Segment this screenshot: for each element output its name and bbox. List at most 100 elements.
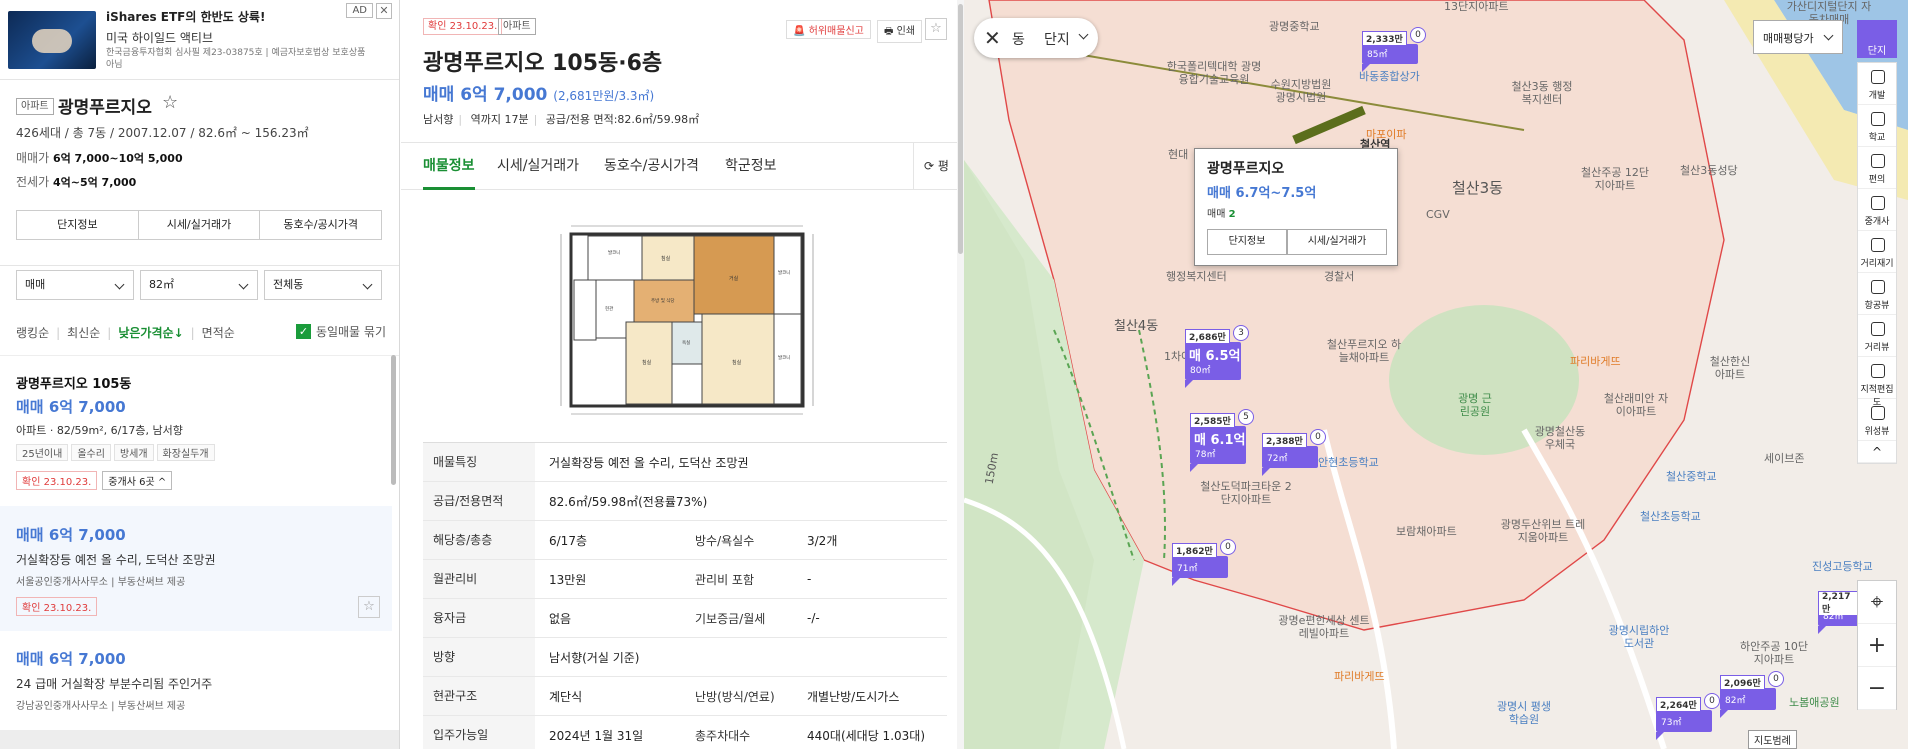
sort-area[interactable]: 면적순 [202,324,235,341]
chip: 화장실두개 [156,444,215,461]
tab-listing-info[interactable]: 매물정보 [423,155,475,190]
map-label: 경찰서 [1324,270,1355,283]
pin-count: 5 [1238,409,1254,425]
tool-aerial[interactable]: 항공뷰 [1858,273,1896,315]
map-price-pin[interactable]: 2,264만 0 73㎡ [1656,693,1720,740]
tool-measure[interactable]: 거리재기 [1858,231,1896,273]
table-row: 월관리비 13만원 관리비 포함 - [423,560,947,599]
agent-icon [1871,196,1885,210]
ad-close-button[interactable]: ✕ [376,3,392,19]
popup-complex-info-button[interactable]: 단지정보 [1207,229,1287,255]
tool-agent[interactable]: 중개사 [1858,189,1896,231]
ad-image[interactable] [8,11,96,69]
tool-label: 항공뷰 [1864,301,1890,311]
ad-banner[interactable]: iShares ETF의 한반도 상륙! 미국 하이일드 액티브 한국금융투자협… [0,0,399,80]
list-item[interactable]: 매매 6억 7,000 24 급매 거실확장 부분수리됨 주인거주 강남공인중개… [0,648,392,712]
checkbox-checked-icon[interactable]: ✓ [295,324,311,339]
popup-title[interactable]: 광명푸르지오 [1207,158,1284,178]
tab-school-info[interactable]: 학군정보 [725,155,777,175]
pin-price: 매 6.1억 [1194,433,1246,448]
report-button[interactable]: 🚨 허위매물신고 [786,20,871,39]
favorite-star-icon[interactable]: ☆ [925,18,947,40]
same-listing-toggle[interactable]: ✓ 동일매물 묶기 [295,323,386,340]
map-label: 광명두산위브 트레지움아파트 [1500,518,1586,544]
row-value: 없음 [549,611,572,626]
ad-subtitle[interactable]: 미국 하이일드 액티브 [106,29,213,46]
jeonse-price-value: 4억~5억 7,000 [52,176,137,189]
listing-title[interactable]: 광명푸르지오 105동 [16,373,376,392]
map-price-pin[interactable]: 2,333만 0 85㎡ [1362,27,1426,72]
tab-complex-info[interactable]: 단지정보 [17,211,139,239]
toolbar-collapse-button[interactable]: ^ [1858,441,1896,463]
map-area[interactable]: 광명중학교 13단지아파트 한국폴리텍대학 광명융합기술교육원 수원지방법원 광… [964,0,1908,749]
close-icon[interactable]: ✕ [984,26,1001,50]
list-item[interactable]: 매매 6억 7,000 거실확장등 예전 올 수리, 도덕산 조망권 서울공인중… [0,524,392,616]
tool-convenience[interactable]: 편의 [1858,147,1896,189]
tool-satellite[interactable]: 위성뷰 [1858,399,1896,441]
tool-street[interactable]: 거리뷰 [1858,315,1896,357]
tab-unit-price[interactable]: 동호수/공시가격 [604,155,699,175]
detail-scrollbar[interactable] [957,0,964,749]
pin-count: 0 [1410,27,1426,43]
pin-unit-price: 2,388만 [1262,433,1307,448]
refresh-button[interactable]: ⟳ 평 [913,143,957,189]
pin-unit-price: 1,862만 [1172,543,1217,558]
favorite-star-icon[interactable]: ☆ [358,596,380,618]
print-button[interactable]: 🖶 인쇄 [877,20,923,43]
listing-chips: 25년이내 올수리 방세개 화장실두개 [16,442,376,461]
trade-type-select[interactable]: 매매 [16,270,134,300]
locate-icon[interactable]: ⌖ [1858,581,1896,624]
pin-count: 0 [1768,671,1784,687]
map-price-pin[interactable]: 1,862만 0 71㎡ [1172,539,1236,586]
map-legend-button[interactable]: 지도범례 [1748,730,1797,749]
row-key: 매물특징 [423,443,535,481]
map-label: 철산도덕파크타운 2단지아파트 [1200,480,1292,506]
map-price-pin[interactable]: 2,585만 5 매 6.1억 78㎡ [1190,409,1254,472]
map-price-pin[interactable]: 2,388만 0 72㎡ [1262,429,1326,476]
tab-price-history[interactable]: 시세/실거래가 [497,155,579,175]
convenience-icon [1871,154,1885,168]
sort-lowest-price[interactable]: 낮은가격순↓ [118,324,183,341]
sort-ranking[interactable]: 랭킹순 [16,324,49,341]
tab-price-history[interactable]: 시세/실거래가 [139,211,261,239]
favorite-star-icon[interactable]: ☆ [162,92,178,113]
map-price-pin[interactable]: 2,096만 0 82㎡ [1720,671,1784,718]
map-price-pin[interactable]: 2,686만 3 매 6.5억 80㎡ [1185,325,1249,388]
tool-school[interactable]: 학교 [1858,105,1896,147]
ad-title[interactable]: iShares ETF의 한반도 상륙! [106,8,265,25]
chevron-down-icon[interactable] [1078,29,1089,40]
area-select[interactable]: 82㎡ [140,270,258,300]
map-label: 철산한신 아파트 [1709,355,1751,381]
ad-badge: AD [346,3,373,18]
pin-count: 0 [1704,693,1720,709]
zoom-in-button[interactable]: + [1858,624,1896,667]
tool-development[interactable]: 개발 [1858,63,1896,105]
popup-price-history-button[interactable]: 시세/실거래가 [1287,229,1387,255]
sort-latest[interactable]: 최신순 [67,324,100,341]
tool-cadastral[interactable]: 지적편집도 [1858,357,1896,408]
map-price-pin[interactable]: 2,217만 82㎡ [1818,591,1862,634]
map-filter-pill[interactable]: ✕ 동 단지 [974,18,1098,58]
danji-label: 단지 [1867,46,1887,57]
dong-select[interactable]: 전체동 [264,270,382,300]
floorplan-image[interactable]: 침실 거실 주방 및 식당 욕실 침실 침실 발코니 발코니 발코니 현관 [553,214,823,424]
complex-popup[interactable]: 광명푸르지오 매매 6.7억~7.5억 매매 2 단지정보 시세/실거래가 [1194,148,1398,266]
detail-meta: 남서향 | 역까지 17분 | 공급/전용 면적:82.6㎡/59.98㎡ [423,113,700,126]
list-scrollbar[interactable] [391,355,396,485]
pill-danji[interactable]: 단지 [1044,29,1070,49]
danji-layer-button[interactable]: 단지 [1857,20,1897,58]
price-type-select[interactable]: 매매평당가 [1753,20,1843,54]
chip: 올수리 [71,444,111,461]
agent-count-button[interactable]: 중개사 6곳 ^ [102,471,173,490]
zoom-out-button[interactable]: − [1858,667,1896,710]
listing-sub: 아파트 · 82/59m², 6/17층, 남서향 [16,424,183,437]
map-base [964,0,1908,749]
pill-dong[interactable]: 동 [1012,29,1025,49]
list-item[interactable]: 광명푸르지오 105동 매매 6억 7,000 아파트 · 82/59m², 6… [0,373,392,513]
map-label: 13단지아파트 [1444,0,1509,13]
map-label: 광명시 평생학습원 [1496,700,1552,726]
report-label: 허위매물신고 [808,26,864,37]
tab-unit-price[interactable]: 동호수/공시가격 [260,211,381,239]
pin-count: 3 [1233,325,1249,341]
tool-label: 편의 [1868,175,1886,185]
